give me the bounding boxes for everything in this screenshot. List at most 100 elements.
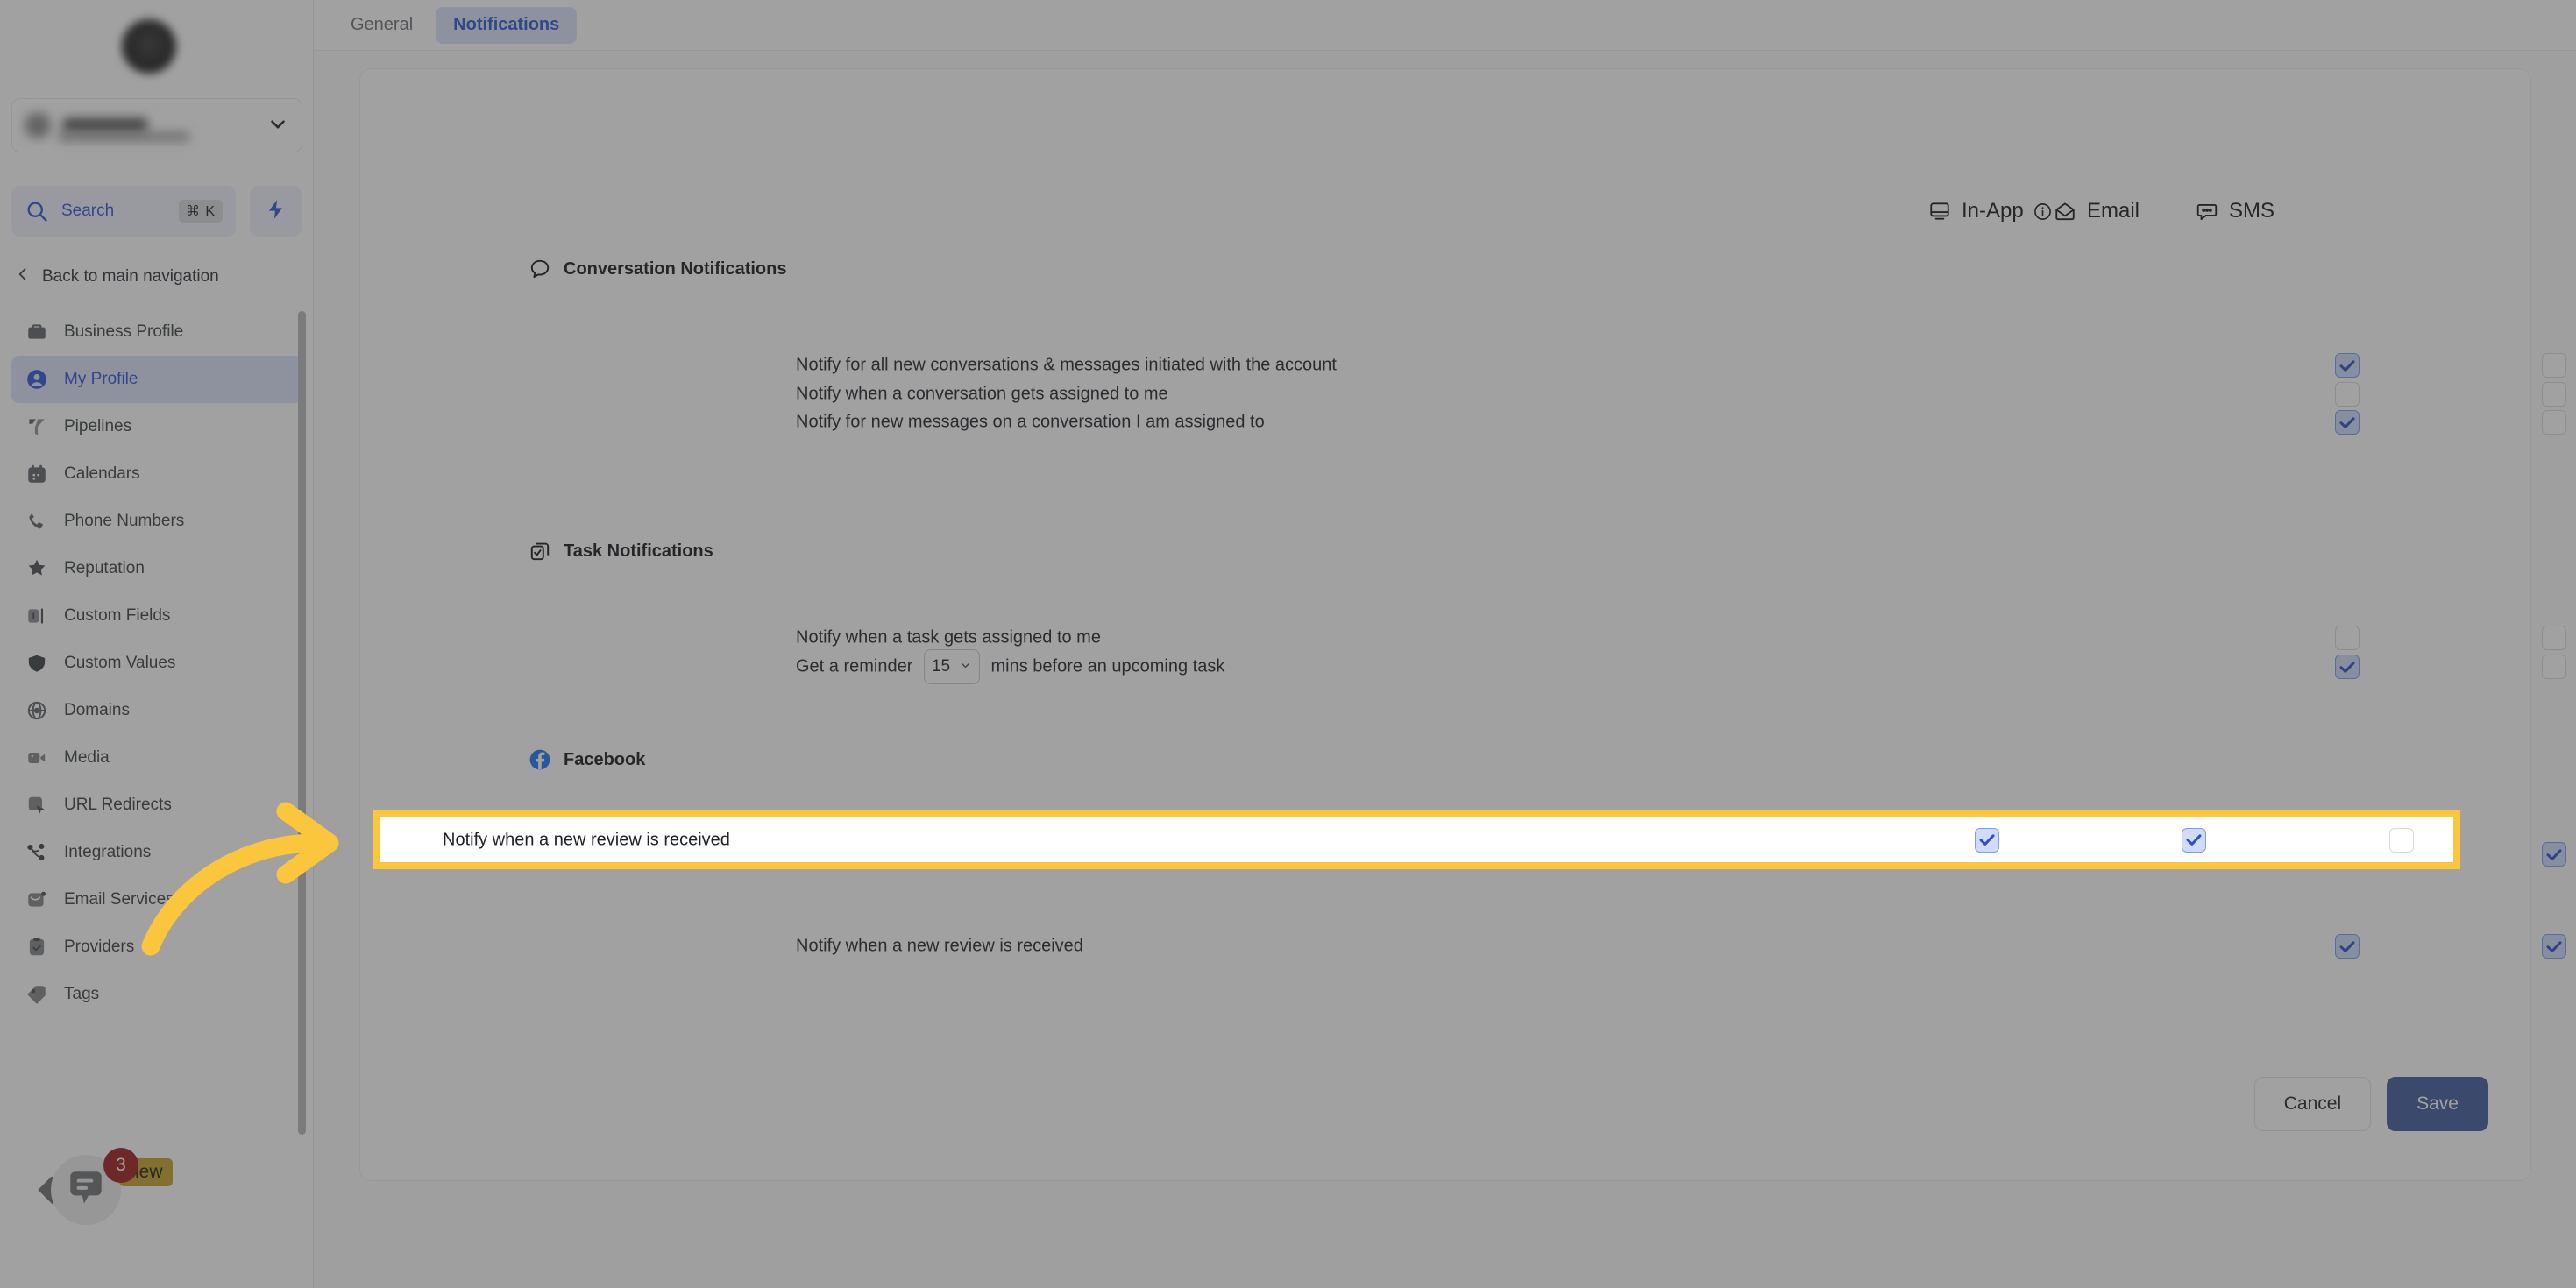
section-facebook: Facebook: [360, 748, 2530, 771]
reminder-suffix: mins before an upcoming task: [990, 656, 1225, 676]
checkbox-email[interactable]: [2542, 626, 2566, 650]
app-root: Search ⌘ K Back to main navigation Busin…: [0, 0, 2576, 1288]
calendar-icon: [25, 463, 48, 485]
task-icon: [529, 540, 551, 563]
section-conversation-notifications: Conversation Notifications: [360, 258, 2530, 280]
sidebar-item-providers[interactable]: Providers: [11, 924, 302, 971]
highlighted-row-facebook-review[interactable]: Notify when a new review is received: [373, 810, 2460, 869]
checkbox-in-app[interactable]: [2335, 655, 2360, 679]
sidebar-item-calendars[interactable]: Calendars: [11, 450, 302, 498]
sidebar-item-reputation[interactable]: Reputation: [11, 545, 302, 592]
tab-bar: General Notifications: [314, 0, 2576, 51]
sidebar-item-media[interactable]: Media: [11, 734, 302, 782]
reminder-prefix: Get a reminder: [796, 656, 913, 676]
checkbox-in-app[interactable]: [2335, 934, 2360, 959]
globe-icon: [25, 699, 48, 722]
row-label: Notify when a new review is received: [443, 830, 730, 849]
column-label: Email: [2087, 199, 2140, 223]
sidebar-item-label: Calendars: [64, 464, 140, 483]
row-label: Notify for new messages on a conversatio…: [796, 412, 1265, 432]
clipboard-check-icon: [25, 936, 48, 959]
checkbox-email[interactable]: [2542, 410, 2566, 435]
sidebar-item-business-profile[interactable]: Business Profile: [11, 308, 302, 356]
sidebar-item-label: Custom Values: [64, 654, 176, 672]
bolt-icon: [265, 198, 287, 225]
account-name-redacted: [63, 118, 147, 132]
checkbox-in-app[interactable]: [1975, 827, 1999, 853]
sidebar-item-label: Business Profile: [64, 322, 184, 341]
sidebar-item-phone-numbers[interactable]: Phone Numbers: [11, 498, 302, 545]
sidebar-item-label: Tags: [64, 985, 100, 1003]
conversation-icon: [529, 258, 551, 280]
column-label: SMS: [2229, 199, 2275, 223]
table-row-google-review: Notify when a new review is received: [360, 919, 2566, 973]
tag-icon: [25, 983, 48, 1006]
info-icon[interactable]: [2033, 202, 2053, 222]
sidebar-scrollbar[interactable]: [298, 311, 306, 1135]
column-label: In-App: [1962, 199, 2024, 223]
sidebar-item-tags[interactable]: Tags: [11, 971, 302, 1018]
main-content: General Notifications In-App Email SMS C…: [314, 0, 2576, 1288]
search-shortcut: ⌘ K: [178, 200, 223, 223]
quick-action-button[interactable]: [250, 186, 302, 237]
column-header-sms: SMS: [2196, 199, 2274, 223]
row-label-reminder: Get a reminder 15 mins before an upcomin…: [796, 649, 1224, 684]
checkbox-email[interactable]: [2542, 842, 2566, 867]
checkbox-email[interactable]: [2542, 934, 2566, 959]
back-nav-label: Back to main navigation: [42, 267, 219, 286]
reminder-minutes-select[interactable]: 15: [923, 649, 980, 684]
sidebar-item-label: Email Services: [64, 890, 174, 909]
integrations-icon: [25, 841, 48, 864]
account-switcher[interactable]: [11, 98, 302, 152]
section-title-label: Facebook: [564, 749, 646, 769]
save-button[interactable]: Save: [2387, 1077, 2488, 1131]
account-avatar: [25, 112, 51, 138]
sidebar-item-email-services[interactable]: Email Services: [11, 876, 302, 924]
section-title-label: Task Notifications: [564, 541, 713, 561]
checkbox-in-app[interactable]: [2335, 410, 2360, 435]
reminder-value: 15: [931, 657, 951, 676]
chevron-left-icon: [14, 265, 32, 288]
sidebar-item-label: URL Redirects: [64, 796, 172, 814]
chevron-down-icon: [959, 659, 972, 675]
sidebar-item-integrations[interactable]: Integrations: [11, 829, 302, 876]
checkbox-email[interactable]: [2542, 655, 2566, 679]
sidebar-item-custom-values[interactable]: Custom Values: [11, 640, 302, 687]
table-row-reminder: Get a reminder 15 mins before an upcomin…: [360, 640, 2566, 694]
checkbox-email[interactable]: [2542, 382, 2566, 407]
tab-general[interactable]: General: [333, 7, 430, 44]
sidebar-item-domains[interactable]: Domains: [11, 687, 302, 734]
monitor-icon: [1928, 200, 1951, 223]
sidebar-nav-list: Business Profile My Profile Pipelines Ca…: [11, 308, 302, 1018]
checkbox-sms[interactable]: [2389, 827, 2414, 853]
sidebar-item-label: Reputation: [64, 559, 145, 577]
funnel-icon: [25, 415, 48, 438]
checkbox-email[interactable]: [2182, 827, 2206, 853]
search-input[interactable]: Search ⌘ K: [11, 186, 236, 237]
sidebar-item-label: My Profile: [64, 370, 138, 388]
sidebar-item-url-redirects[interactable]: URL Redirects: [11, 782, 302, 829]
custom-fields-icon: [25, 605, 48, 627]
sidebar-item-pipelines[interactable]: Pipelines: [11, 403, 302, 450]
cancel-button[interactable]: Cancel: [2253, 1077, 2372, 1131]
section-task-notifications: Task Notifications: [360, 540, 2530, 563]
search-label: Search: [61, 202, 115, 220]
user-circle-icon: [25, 368, 48, 391]
sidebar-item-label: Media: [64, 748, 110, 767]
sidebar-item-label: Providers: [64, 938, 135, 956]
column-header-email: Email: [2054, 199, 2140, 223]
sidebar-item-custom-fields[interactable]: Custom Fields: [11, 592, 302, 640]
facebook-icon: [529, 748, 551, 771]
account-subtitle-redacted: [58, 132, 189, 141]
chat-widget-count-badge: 3: [103, 1148, 138, 1183]
sidebar-item-label: Integrations: [64, 843, 152, 861]
brand-logo: [122, 19, 176, 74]
chevron-down-icon: [266, 113, 289, 138]
redirect-icon: [25, 794, 48, 817]
back-to-main-navigation[interactable]: Back to main navigation: [14, 265, 219, 288]
star-icon: [25, 557, 48, 580]
tab-notifications[interactable]: Notifications: [436, 6, 578, 44]
sidebar-item-my-profile[interactable]: My Profile: [11, 356, 302, 403]
table-row: Notify for new messages on a conversatio…: [360, 395, 2566, 449]
checkbox-email[interactable]: [2542, 353, 2566, 378]
